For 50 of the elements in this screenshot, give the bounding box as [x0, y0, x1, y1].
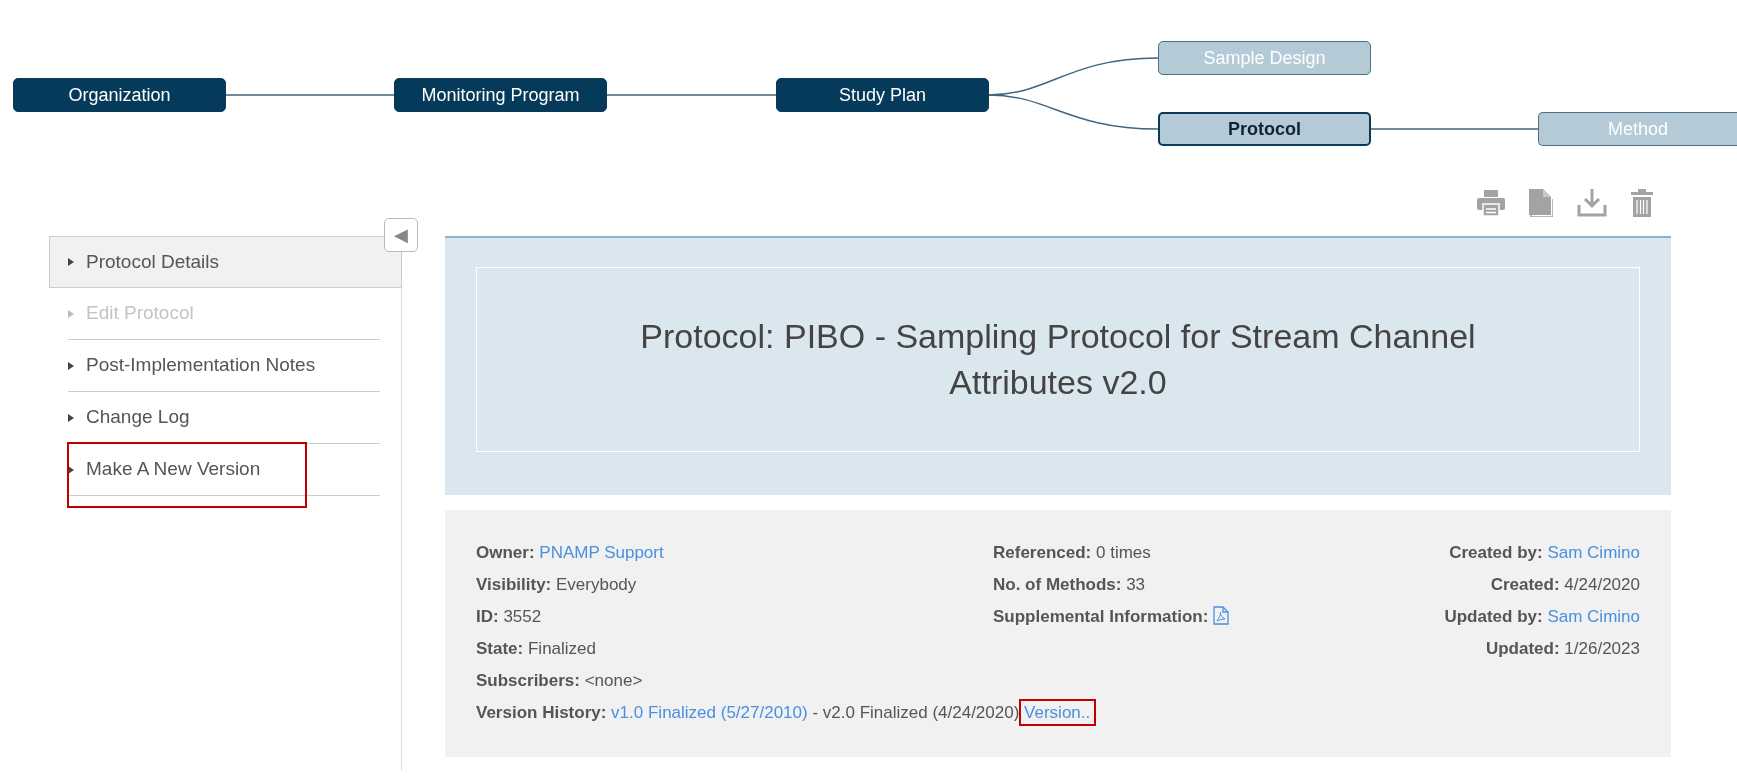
sidebar-item[interactable]: Change Log	[68, 392, 380, 444]
field-label: Referenced:	[993, 543, 1092, 562]
field-link[interactable]: Sam Cimino	[1547, 543, 1640, 562]
field-label: Created:	[1490, 575, 1560, 594]
bullet-icon	[68, 361, 74, 370]
field-label: Version History:	[476, 703, 607, 722]
field-value: 0 times	[1096, 543, 1151, 562]
bullet-icon	[68, 413, 74, 422]
bullet-icon	[68, 309, 74, 318]
print-icon	[1477, 190, 1505, 216]
field-label: Created by:	[1449, 543, 1543, 562]
version-link[interactable]: Version..	[1024, 703, 1091, 722]
field-label: Updated:	[1485, 639, 1560, 658]
document-icon	[1529, 189, 1553, 217]
collapse-button[interactable]: ◀	[384, 218, 418, 252]
field-link[interactable]: PNAMP Support	[539, 543, 664, 562]
field-value: Everybody	[556, 575, 637, 594]
breadcrumb-node[interactable]: Study Plan	[776, 78, 989, 112]
page-title: Protocol: PIBO - Sampling Protocol for Stream Channel Attributes v2.0	[639, 315, 1477, 403]
breadcrumb-node[interactable]: Organization	[13, 78, 226, 112]
field-label: No. of Methods:	[993, 575, 1122, 594]
bullet-icon	[68, 465, 74, 474]
download-icon	[1577, 189, 1607, 217]
field-value: <none>	[584, 671, 643, 690]
breadcrumb-node[interactable]: Monitoring Program	[394, 78, 607, 112]
breadcrumb-node[interactable]: Protocol	[1158, 112, 1371, 146]
field-label: Supplemental Information:	[993, 607, 1209, 626]
field-label: Owner:	[476, 543, 535, 562]
field-label: ID:	[476, 607, 499, 626]
field-label: Updated by:	[1444, 607, 1543, 626]
trash-button[interactable]	[1631, 189, 1653, 217]
download-button[interactable]	[1577, 189, 1607, 217]
field-value: 3552	[503, 607, 542, 626]
field-value: Finalized	[527, 639, 596, 658]
field-value: 33	[1126, 575, 1146, 594]
field-label: Visibility:	[476, 575, 552, 594]
field-link[interactable]: Sam Cimino	[1547, 607, 1640, 626]
sidebar-item[interactable]: Post-Implementation Notes	[68, 340, 380, 392]
field-value: 1/26/2023	[1564, 639, 1640, 658]
pdf-icon[interactable]	[1213, 606, 1230, 625]
version-link[interactable]: v1.0 Finalized (5/27/2010)	[611, 703, 808, 722]
bullet-icon	[68, 258, 74, 266]
trash-icon	[1631, 189, 1653, 217]
sidebar-item[interactable]: Make A New Version	[68, 444, 380, 496]
field-value: - v2.0 Finalized (4/24/2020)	[812, 703, 1020, 722]
field-label: Subscribers:	[476, 671, 580, 690]
document-button[interactable]	[1529, 189, 1553, 217]
field-value: 4/24/2020	[1564, 575, 1640, 594]
print-button[interactable]	[1477, 190, 1505, 216]
field-label: State:	[476, 639, 524, 658]
